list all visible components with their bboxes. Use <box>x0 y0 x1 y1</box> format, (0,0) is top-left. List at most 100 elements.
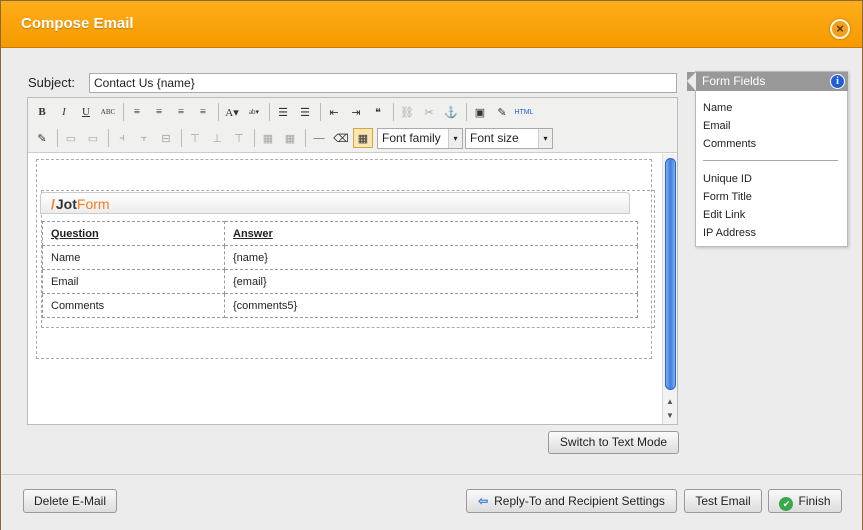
insert-col-before-icon[interactable]: ⫞ <box>112 128 132 148</box>
toolbar-separator <box>123 103 124 121</box>
cleanup-icon[interactable]: ✎ <box>492 102 512 122</box>
highlight-color-icon[interactable]: ab▾ <box>244 102 264 122</box>
text-color-icon[interactable]: A▾ <box>222 102 242 122</box>
form-field-item[interactable]: Comments <box>703 135 838 153</box>
table-cell[interactable]: Comments <box>42 293 225 318</box>
close-icon[interactable]: × <box>830 19 850 39</box>
table-cell[interactable]: Name <box>42 245 225 270</box>
toolbar-separator <box>57 129 58 147</box>
jotform-logo: /JotForm <box>51 196 110 212</box>
test-email-button[interactable]: Test Email <box>684 489 762 513</box>
reply-to-settings-button[interactable]: ⇦ Reply-To and Recipient Settings <box>466 489 677 513</box>
editor-scrollbar[interactable]: ▲ ▼ <box>662 154 677 424</box>
italic-icon[interactable]: I <box>54 102 74 122</box>
toolbar-separator <box>466 103 467 121</box>
scroll-up-icon[interactable]: ▲ <box>663 395 677 409</box>
subject-input[interactable] <box>89 73 677 93</box>
finish-label: Finish <box>798 494 831 508</box>
html-icon[interactable]: HTML <box>514 102 534 122</box>
bullet-list-icon[interactable]: ☰ <box>273 102 293 122</box>
form-field-item[interactable]: Email <box>703 117 838 135</box>
table-cell[interactable]: Email <box>42 269 225 294</box>
font-size-select[interactable]: Font size ▾ <box>465 127 553 149</box>
form-fields-divider <box>703 160 838 161</box>
form-fields-panel: Form Fields i Name Email Comments Unique ID… <box>687 71 848 247</box>
link-icon[interactable]: ⛓ <box>397 102 417 122</box>
split-cells-icon[interactable]: ▦ <box>280 128 300 148</box>
outdent-icon[interactable]: ⇤ <box>324 102 344 122</box>
form-field-item[interactable]: Name <box>703 99 838 117</box>
font-family-select[interactable]: Font family ▾ <box>377 127 463 149</box>
indent-icon[interactable]: ⇥ <box>346 102 366 122</box>
table-icon[interactable]: ▦ <box>353 128 373 148</box>
align-left-icon[interactable]: ≡ <box>127 102 147 122</box>
answers-table: Question Answer Name {name} Email {email} Comm… <box>42 221 638 318</box>
toolbar-separator <box>254 129 255 147</box>
insert-row-after-icon[interactable]: ⊥ <box>207 128 227 148</box>
form-fields-title: Form Fields <box>702 74 766 88</box>
toolbar-separator <box>218 103 219 121</box>
table-cell[interactable]: {comments5} <box>224 293 638 318</box>
table-row: Comments {comments5} <box>42 293 638 318</box>
reply-to-label: Reply-To and Recipient Settings <box>494 494 665 508</box>
form-field-item[interactable]: IP Address <box>703 224 838 242</box>
table-header-cell: Answer <box>224 221 638 246</box>
table-header-cell: Question <box>42 221 225 246</box>
image-icon[interactable]: ▣ <box>470 102 490 122</box>
align-right-icon[interactable]: ≡ <box>171 102 191 122</box>
toolbar-row-2: ✎ ▭ ▭ ⫞ ⫟ ⊟ ⊤ ⊥ ⊤ ▦ ▦ — ⌫ ▦ Font family ▾ Font size ▾ <box>32 126 553 150</box>
jotform-logo-bar: /JotForm <box>40 192 630 214</box>
edit-icon[interactable]: ✎ <box>32 128 52 148</box>
editor-content[interactable]: /JotForm Question Answer Name {name} Email {e… <box>28 154 662 424</box>
rich-text-editor: B I U ABC ≡ ≡ ≡ ≡ A▾ ab▾ ☰ ☰ ⇤ ⇥ ❝ ⛓ ✂ ⚓ ▣ ✎ HTML ✎ ▭ ▭ ⫞ ⫟ ⊟ ⊤ ⊥ ⊤ ▦… <box>27 97 678 425</box>
form-field-item[interactable]: Form Title <box>703 188 838 206</box>
dialog-titlebar: Compose Email × <box>1 1 862 48</box>
table-cell[interactable]: {email} <box>224 269 638 294</box>
info-icon[interactable]: i <box>830 74 845 89</box>
delete-row-icon[interactable]: ⊤ <box>229 128 249 148</box>
editor-toolbar: B I U ABC ≡ ≡ ≡ ≡ A▾ ab▾ ☰ ☰ ⇤ ⇥ ❝ ⛓ ✂ ⚓ ▣ ✎ HTML ✎ ▭ ▭ ⫞ ⫟ ⊟ ⊤ ⊥ ⊤ ▦… <box>28 98 677 153</box>
scroll-down-icon[interactable]: ▼ <box>663 409 677 423</box>
font-family-select-label: Font family <box>382 130 441 145</box>
align-center-icon[interactable]: ≡ <box>149 102 169 122</box>
finish-button[interactable]: ✔ Finish <box>768 489 842 513</box>
chevron-down-icon: ▾ <box>538 128 552 148</box>
numbered-list-icon[interactable]: ☰ <box>295 102 315 122</box>
toolbar-separator <box>269 103 270 121</box>
form-field-item[interactable]: Unique ID <box>703 170 838 188</box>
align-justify-icon[interactable]: ≡ <box>193 102 213 122</box>
horizontal-rule-icon[interactable]: — <box>309 128 329 148</box>
subject-label: Subject: <box>28 75 75 90</box>
table-cell[interactable]: {name} <box>224 245 638 270</box>
toolbar-separator <box>320 103 321 121</box>
underline-icon[interactable]: U <box>76 102 96 122</box>
table-row: Name {name} <box>42 245 638 270</box>
strikethrough-icon[interactable]: ABC <box>98 102 118 122</box>
insert-row-before-icon[interactable]: ⊤ <box>185 128 205 148</box>
toolbar-separator <box>305 129 306 147</box>
toolbar-separator <box>393 103 394 121</box>
table-row-icon[interactable]: ▭ <box>61 128 81 148</box>
arrow-left-icon: ⇦ <box>478 494 489 508</box>
dialog-footer: Delete E-Mail ⇦ Reply-To and Recipient Se… <box>1 474 862 530</box>
chevron-down-icon: ▾ <box>448 128 462 148</box>
anchor-icon[interactable]: ⚓ <box>441 102 461 122</box>
eraser-icon[interactable]: ⌫ <box>331 128 351 148</box>
delete-email-button[interactable]: Delete E-Mail <box>23 489 117 513</box>
unlink-icon[interactable]: ✂ <box>419 102 439 122</box>
table-row-2-icon[interactable]: ▭ <box>83 128 103 148</box>
bold-icon[interactable]: B <box>32 102 52 122</box>
toolbar-separator <box>181 129 182 147</box>
form-fields-header: Form Fields i <box>687 72 848 91</box>
delete-col-icon[interactable]: ⊟ <box>156 128 176 148</box>
compose-email-dialog: Compose Email × Subject: BIUABC≡≡≡≡A▾ab▾… <box>0 0 863 530</box>
form-field-item[interactable]: Edit Link <box>703 206 838 224</box>
insert-col-after-icon[interactable]: ⫟ <box>134 128 154 148</box>
toolbar-row-1: B I U ABC ≡ ≡ ≡ ≡ A▾ ab▾ ☰ ☰ ⇤ ⇥ ❝ ⛓ ✂ ⚓ ▣ ✎ HTML <box>32 100 536 124</box>
blockquote-icon[interactable]: ❝ <box>368 102 388 122</box>
merge-cells-icon[interactable]: ▦ <box>258 128 278 148</box>
switch-to-text-mode-button[interactable]: Switch to Text Mode <box>548 431 679 454</box>
font-size-select-label: Font size <box>470 130 519 145</box>
scrollbar-thumb[interactable] <box>665 158 676 390</box>
form-fields-list: Name Email Comments Unique ID Form Title Edit… <box>703 99 838 242</box>
